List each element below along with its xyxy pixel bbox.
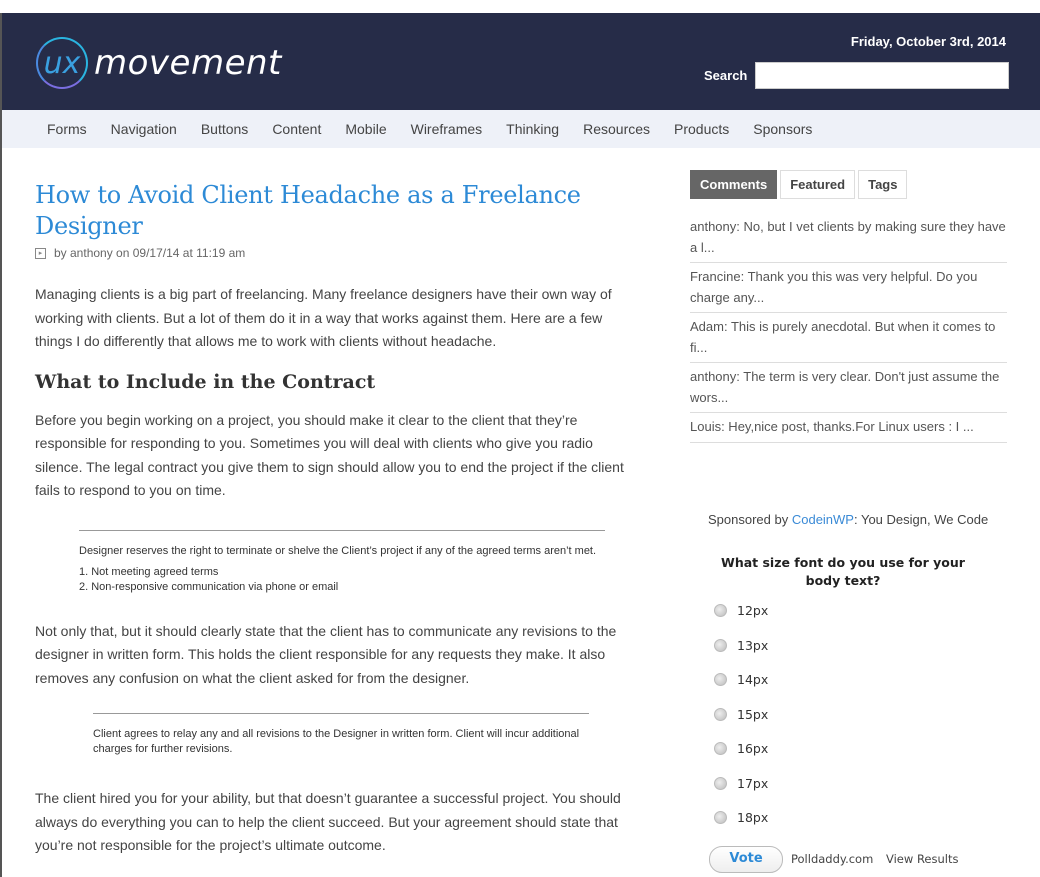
sponsor-line: Sponsored by CodeinWP: You Design, We Co… (708, 512, 988, 527)
radio-button[interactable] (714, 673, 727, 686)
search-input[interactable] (755, 62, 1009, 89)
post-icon: ▸ (35, 247, 46, 259)
contract-item: 1. Not meeting agreed terms (79, 565, 219, 578)
article: How to Avoid Client Headache as a Freela… (35, 180, 635, 858)
tab-tags[interactable]: Tags (858, 170, 908, 199)
poll-option-label: 18px (737, 810, 769, 825)
article-meta: ▸ by anthony on 09/17/14 at 11:19 am (35, 246, 635, 260)
poll-option-label: 12px (737, 603, 769, 618)
poll-option-label: 14px (737, 672, 769, 687)
poll-option-label: 16px (737, 741, 769, 756)
left-border (0, 148, 2, 877)
current-date: Friday, October 3rd, 2014 (850, 34, 1006, 49)
contract-excerpt-2: Client agrees to relay any and all revis… (93, 713, 589, 757)
poll-option[interactable]: 12px (714, 603, 768, 618)
contract-item: 2. Non-responsive communication via phon… (79, 580, 339, 593)
sponsor-prefix: Sponsored by (708, 512, 792, 527)
radio-button[interactable] (714, 811, 727, 824)
nav-item-mobile[interactable]: Mobile (345, 121, 386, 137)
article-title[interactable]: How to Avoid Client Headache as a Freela… (35, 180, 635, 242)
sidebar: Comments Featured Tags anthony: No, but … (690, 170, 1007, 443)
site-header: ux movement Friday, October 3rd, 2014 Se… (0, 13, 1040, 110)
poll-option[interactable]: 15px (714, 707, 768, 722)
contract-excerpt-1: Designer reserves the right to terminate… (79, 529, 605, 595)
nav-item-content[interactable]: Content (272, 121, 321, 137)
radio-button[interactable] (714, 742, 727, 755)
poll-option[interactable]: 14px (714, 672, 768, 687)
comment-item[interactable]: anthony: The term is very clear. Don't j… (690, 363, 1007, 413)
poll-option-label: 13px (737, 638, 769, 653)
poll-option[interactable]: 13px (714, 638, 768, 653)
sponsor-link[interactable]: CodeinWP (792, 512, 854, 527)
nav-item-sponsors[interactable]: Sponsors (753, 121, 812, 137)
tab-comments[interactable]: Comments (690, 170, 778, 199)
poll-option-label: 15px (737, 707, 769, 722)
poll-option[interactable]: 16px (714, 741, 768, 756)
recent-comments: anthony: No, but I vet clients by making… (690, 213, 1007, 443)
paragraph-1: Before you begin working on a project, y… (35, 411, 624, 499)
paragraph-2: Not only that, but it should clearly sta… (35, 622, 617, 686)
nav-item-forms[interactable]: Forms (47, 121, 87, 137)
comment-item[interactable]: Francine: Thank you this was very helpfu… (690, 263, 1007, 313)
contract-text-1: Designer reserves the right to terminate… (79, 544, 597, 557)
view-results-link[interactable]: View Results (886, 852, 958, 866)
paragraph-3: The client hired you for your ability, b… (35, 790, 621, 853)
nav-item-buttons[interactable]: Buttons (201, 121, 248, 137)
poll-option-label: 17px (737, 776, 769, 791)
tab-featured[interactable]: Featured (780, 170, 856, 199)
intro-paragraph: Managing clients is a big part of freela… (35, 286, 612, 349)
radio-button[interactable] (714, 708, 727, 721)
poll-option[interactable]: 17px (714, 776, 768, 791)
site-logo[interactable]: ux movement (36, 33, 282, 93)
nav-item-products[interactable]: Products (674, 121, 729, 137)
section-heading: What to Include in the Contract (35, 370, 376, 393)
radio-button[interactable] (714, 604, 727, 617)
polldaddy-link[interactable]: Polldaddy.com (791, 852, 873, 866)
poll-question: What size font do you use for your body … (721, 555, 965, 588)
nav-item-wireframes[interactable]: Wireframes (411, 121, 483, 137)
main-nav: Forms Navigation Buttons Content Mobile … (0, 110, 1040, 148)
logo-mark: ux (36, 37, 88, 89)
radio-button[interactable] (714, 639, 727, 652)
comment-item[interactable]: anthony: No, but I vet clients by making… (690, 213, 1007, 263)
radio-button[interactable] (714, 777, 727, 790)
byline: by anthony on 09/17/14 at 11:19 am (54, 246, 246, 260)
sponsor-suffix: : You Design, We Code (853, 512, 989, 527)
comment-item[interactable]: Adam: This is purely anecdotal. But when… (690, 313, 1007, 363)
sidebar-tabs: Comments Featured Tags (690, 170, 1007, 199)
logo-text: movement (94, 43, 282, 83)
comment-item[interactable]: Louis: Hey,nice post, thanks.For Linux u… (690, 413, 1007, 443)
vote-button[interactable]: Vote (709, 846, 783, 873)
nav-item-thinking[interactable]: Thinking (506, 121, 559, 137)
nav-item-navigation[interactable]: Navigation (111, 121, 177, 137)
search-label: Search (704, 68, 748, 83)
nav-item-resources[interactable]: Resources (583, 121, 650, 137)
poll-option[interactable]: 18px (714, 810, 768, 825)
